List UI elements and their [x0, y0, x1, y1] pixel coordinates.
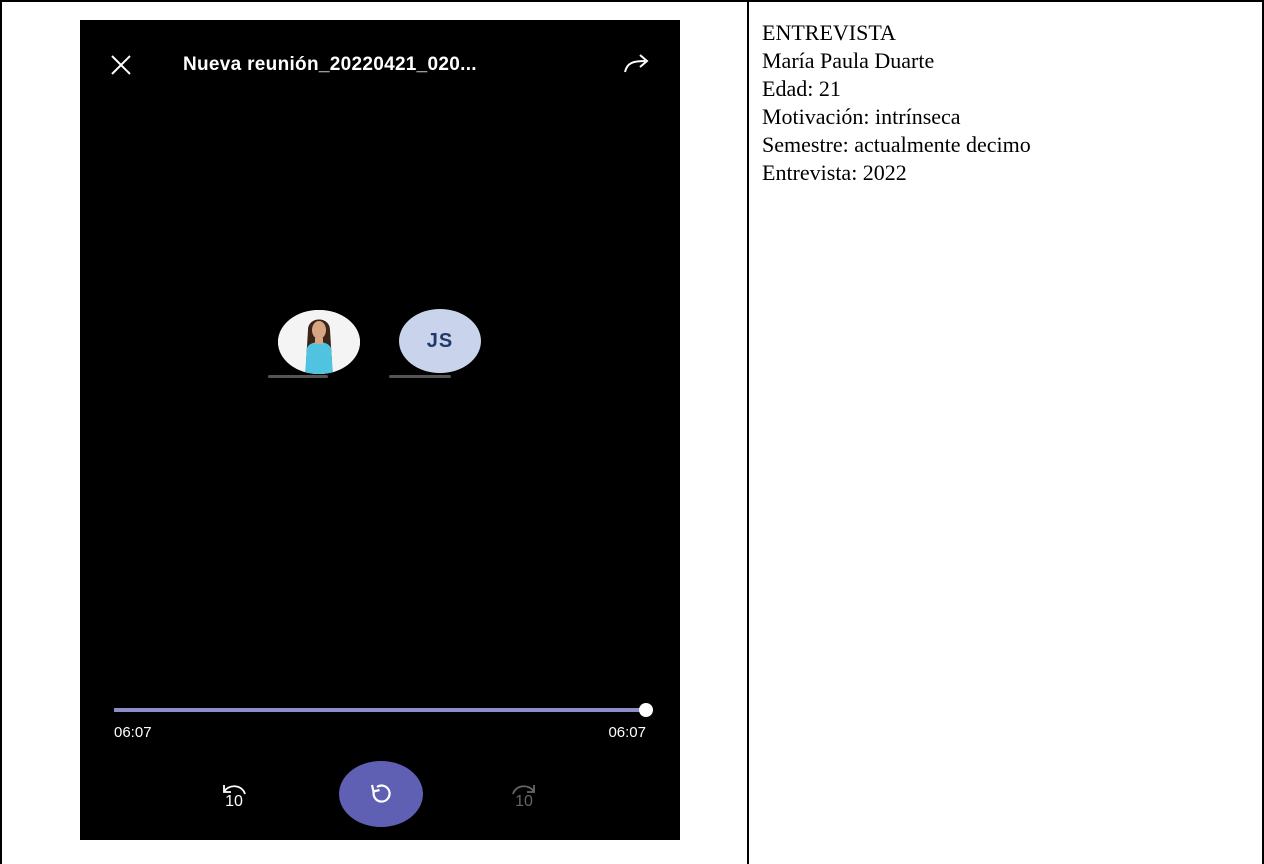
replay-button[interactable]	[339, 761, 423, 827]
rewind-10-icon[interactable]: 10	[214, 778, 254, 818]
table-border-left	[0, 0, 2, 864]
participant-caption-2	[389, 375, 451, 378]
participant-initials: JS	[426, 329, 454, 352]
interview-heading: ENTREVISTA	[762, 20, 896, 45]
elapsed-time: 06:07	[114, 724, 152, 741]
interviewee-name: María Paula Duarte	[762, 48, 935, 73]
recording-player-screenshot: Nueva reunión_20220421_020... JS 06:07 0…	[80, 20, 680, 840]
interviewee-motivation: Motivación: intrínseca	[762, 104, 961, 129]
total-duration: 06:07	[608, 724, 646, 741]
table-border-top	[0, 0, 1264, 2]
recording-title: Nueva reunión_20220421_020...	[183, 54, 477, 75]
progress-fill	[114, 708, 646, 712]
interview-year: Entrevista: 2022	[762, 160, 907, 185]
interview-info: ENTREVISTA María Paula Duarte Edad: 21 M…	[762, 19, 1031, 187]
participant-caption-1	[268, 375, 328, 378]
progress-knob[interactable]	[639, 703, 653, 717]
document-table: Nueva reunión_20220421_020... JS 06:07 0…	[0, 0, 1264, 864]
forward-10-icon[interactable]: 10	[504, 778, 544, 818]
participant-initials-avatar: JS	[399, 309, 481, 373]
rewind-seconds-label: 10	[225, 793, 243, 810]
close-icon[interactable]	[108, 52, 134, 78]
participant-photo-avatar	[278, 310, 360, 374]
forward-seconds-label: 10	[515, 793, 533, 810]
player-top-bar: Nueva reunión_20220421_020...	[80, 44, 680, 84]
playback-progress-bar[interactable]	[114, 703, 653, 717]
interviewee-semester: Semestre: actualmente decimo	[762, 132, 1031, 157]
share-forward-icon[interactable]	[622, 52, 652, 78]
replay-icon	[370, 784, 391, 803]
table-column-divider	[747, 0, 749, 864]
interviewee-age: Edad: 21	[762, 76, 841, 101]
